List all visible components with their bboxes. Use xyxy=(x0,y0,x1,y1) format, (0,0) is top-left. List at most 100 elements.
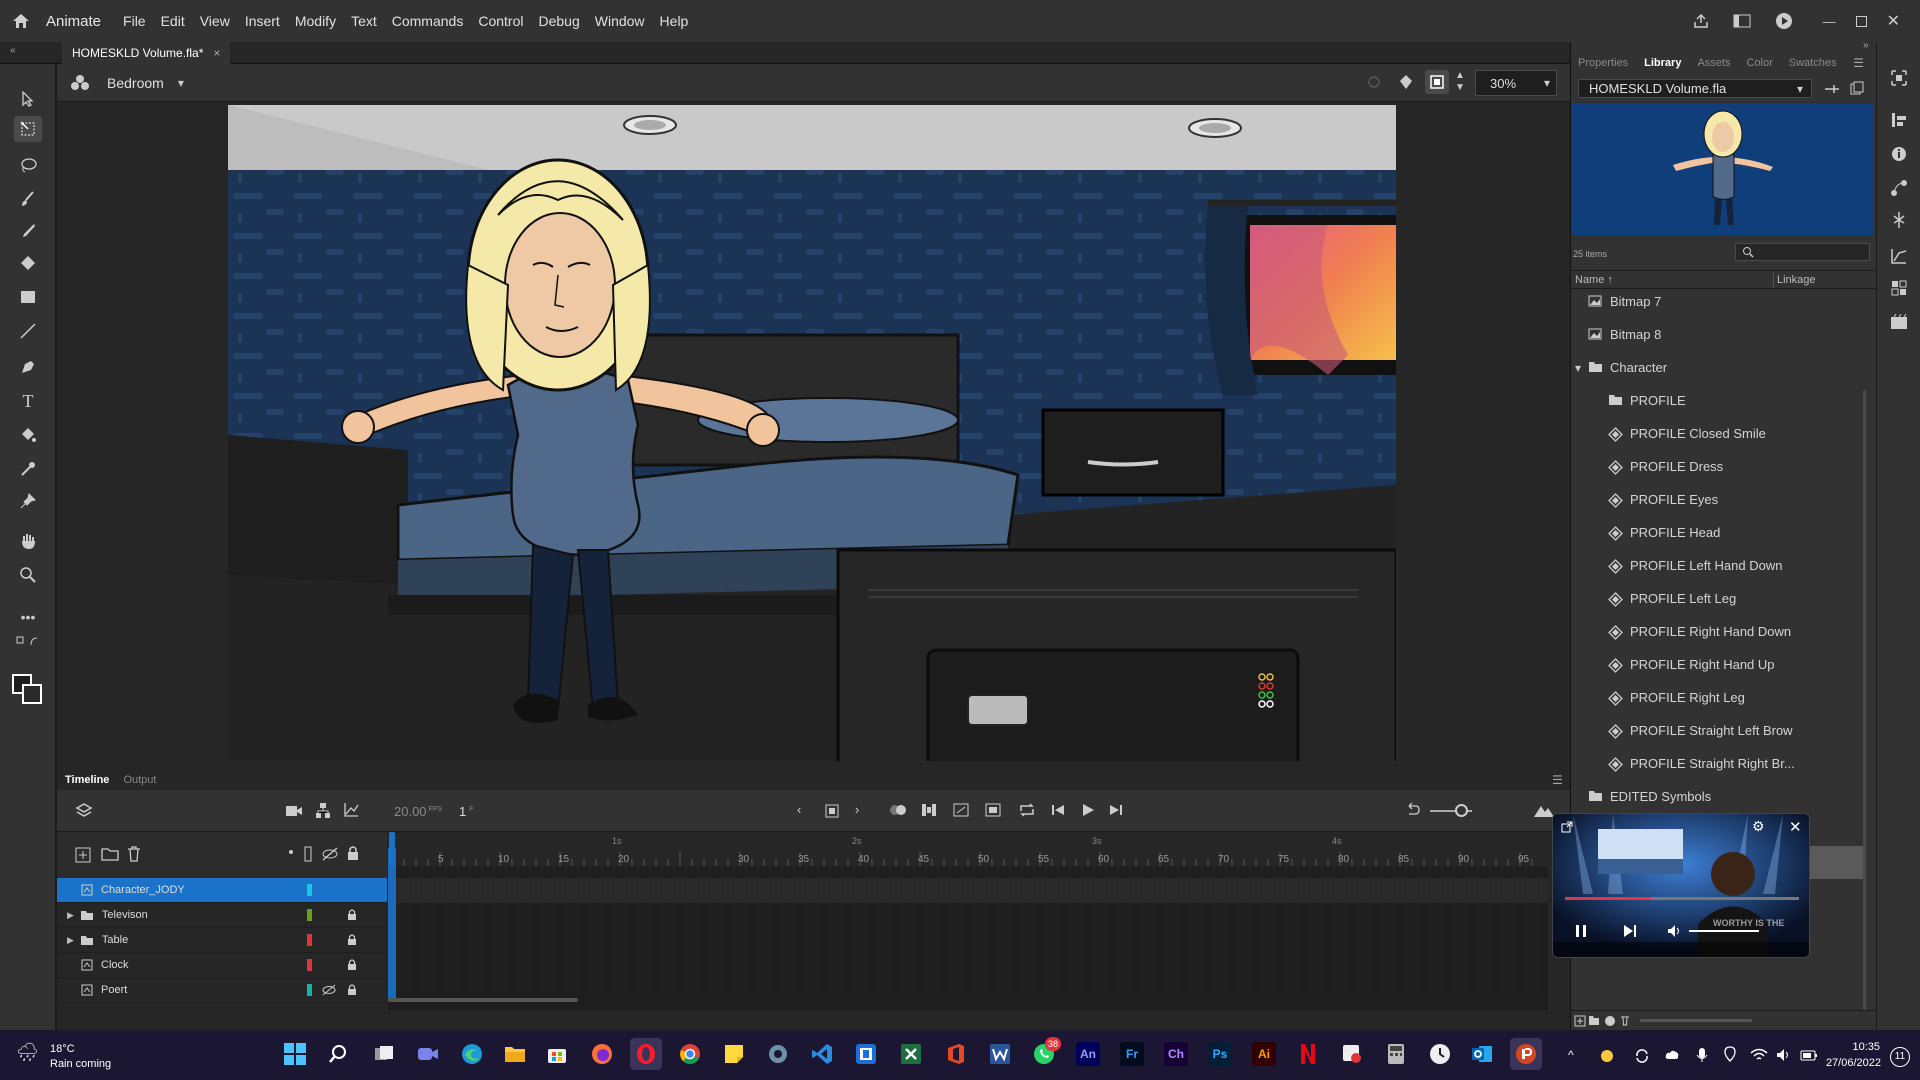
create-tween-icon[interactable] xyxy=(953,803,969,817)
clock-date[interactable]: 27/06/2022 xyxy=(1819,1057,1881,1069)
outlook-icon[interactable] xyxy=(1466,1038,1498,1070)
lock-icon[interactable] xyxy=(347,958,357,971)
library-item[interactable]: PROFILE xyxy=(1572,384,1864,417)
vscode-icon[interactable] xyxy=(806,1038,838,1070)
stage-canvas[interactable] xyxy=(228,105,1396,761)
line-tool-icon[interactable] xyxy=(14,318,42,344)
rotation-tool-icon[interactable] xyxy=(1397,73,1415,91)
play-icon[interactable] xyxy=(1081,802,1095,818)
fps-readout[interactable]: 20.00 FPS xyxy=(337,804,442,819)
taskbar-app-illustrator[interactable]: Ai xyxy=(1248,1038,1280,1070)
tray-cloud-icon[interactable] xyxy=(1664,1047,1680,1063)
expand-arrow-icon[interactable]: ▶ xyxy=(67,910,74,921)
hide-layers-icon[interactable] xyxy=(321,847,339,861)
tab-properties[interactable]: Properties xyxy=(1578,57,1628,69)
new-library-panel-icon[interactable] xyxy=(1850,81,1864,95)
taskbar-app-photoshop[interactable]: Ps xyxy=(1204,1038,1236,1070)
pip-next-icon[interactable] xyxy=(1623,924,1637,938)
new-folder-icon[interactable] xyxy=(1588,1015,1600,1026)
timeline-scrollbar[interactable] xyxy=(388,998,578,1002)
excel-icon[interactable] xyxy=(895,1038,927,1070)
edit-multiple-frames-icon[interactable] xyxy=(921,803,937,817)
panel-menu-icon[interactable]: ☰ xyxy=(1853,56,1864,70)
expand-panel-icon[interactable]: » xyxy=(1863,40,1869,51)
library-file-selector[interactable]: HOMESKLD Volume.fla ▾ xyxy=(1578,79,1812,98)
center-stage-icon[interactable] xyxy=(1367,75,1381,89)
home-icon[interactable] xyxy=(0,0,42,42)
notification-count[interactable]: 11 xyxy=(1890,1047,1910,1067)
undo-zoom-icon[interactable] xyxy=(1405,802,1421,818)
library-item[interactable]: PROFILE Dress xyxy=(1572,450,1864,483)
delete-icon[interactable] xyxy=(1620,1014,1630,1026)
zoom-field[interactable]: 30% ▾ xyxy=(1475,70,1557,96)
menu-debug[interactable]: Debug xyxy=(538,13,579,29)
location-icon[interactable] xyxy=(1724,1046,1736,1062)
library-item[interactable]: PROFILE Left Hand Down xyxy=(1572,549,1864,582)
pip-volume-icon[interactable] xyxy=(1667,924,1683,938)
pip-expand-icon[interactable] xyxy=(1561,821,1573,833)
layers-icon[interactable] xyxy=(75,802,93,820)
snipping-tool-icon[interactable] xyxy=(1336,1038,1368,1070)
layer-row[interactable]: Character_JODY xyxy=(57,878,387,903)
library-item[interactable]: Bitmap 7 xyxy=(1572,290,1864,318)
layer-color-swatch[interactable] xyxy=(307,884,312,896)
layer-color-swatch[interactable] xyxy=(307,934,312,946)
new-layer-icon[interactable] xyxy=(75,847,91,863)
lock-icon[interactable] xyxy=(347,933,357,946)
align-icon[interactable] xyxy=(1887,66,1911,90)
netflix-icon[interactable] xyxy=(1292,1038,1324,1070)
camera-icon[interactable] xyxy=(285,804,303,818)
library-item[interactable]: Bitmap 8 xyxy=(1572,318,1864,351)
onion-skin-icon[interactable] xyxy=(889,803,907,817)
layer-row[interactable]: ▶ Table xyxy=(57,928,387,953)
test-movie-icon[interactable] xyxy=(1775,12,1793,30)
swap-colors-icon[interactable] xyxy=(14,629,42,655)
menu-window[interactable]: Window xyxy=(595,13,645,29)
taskbar-app-fresco[interactable]: Fr xyxy=(1116,1038,1148,1070)
start-icon[interactable] xyxy=(279,1038,311,1070)
pip-volume-slider[interactable] xyxy=(1689,930,1759,932)
lasso-tool-icon[interactable] xyxy=(14,152,42,178)
panel-menu-icon[interactable]: ☰ xyxy=(1552,773,1563,787)
menu-insert[interactable]: Insert xyxy=(245,13,280,29)
menu-help[interactable]: Help xyxy=(660,13,689,29)
teams-chat-icon[interactable] xyxy=(412,1038,444,1070)
new-folder-icon[interactable] xyxy=(101,847,119,861)
new-symbol-icon[interactable] xyxy=(1574,1015,1586,1027)
document-tab-close[interactable]: × xyxy=(213,46,220,60)
motion-editor-icon[interactable] xyxy=(1887,244,1911,268)
file-explorer-icon[interactable] xyxy=(499,1038,531,1070)
scene-selector[interactable]: Bedroom ▾ xyxy=(107,72,184,94)
pip-close-icon[interactable]: ✕ xyxy=(1789,818,1802,836)
tray-overflow-icon[interactable]: ^ xyxy=(1568,1048,1574,1062)
prev-keyframe-icon[interactable]: ‹ xyxy=(797,802,801,817)
timeline-zoom-handle[interactable] xyxy=(1455,804,1468,817)
taskbar-app-animate[interactable]: An xyxy=(1072,1038,1104,1070)
step-back-icon[interactable] xyxy=(1051,803,1065,817)
zoom-tool-icon[interactable] xyxy=(14,562,42,588)
transform-icon[interactable] xyxy=(1887,108,1911,132)
asset-warp-icon[interactable] xyxy=(1887,208,1911,232)
clock-app-icon[interactable] xyxy=(1424,1038,1456,1070)
frames-area[interactable]: 5 10 15 20 30 35 40 45 50 55 60 65 70 75 80 85 90 95 1s 2s 3… xyxy=(388,832,1548,1010)
library-item[interactable]: PROFILE Right Hand Up xyxy=(1572,648,1864,681)
library-item[interactable]: PROFILE Right Leg xyxy=(1572,681,1864,714)
text-tool-icon[interactable]: T xyxy=(14,388,42,414)
tab-color[interactable]: Color xyxy=(1746,57,1772,69)
powerpoint-icon[interactable] xyxy=(1510,1038,1542,1070)
menu-commands[interactable]: Commands xyxy=(392,13,464,29)
menu-control[interactable]: Control xyxy=(478,13,523,29)
step-forward-icon[interactable] xyxy=(1109,803,1123,817)
eyedropper-tool-icon[interactable] xyxy=(14,456,42,482)
collapse-icon[interactable]: « xyxy=(10,45,16,56)
pin-tool-icon[interactable] xyxy=(14,488,42,514)
document-tab[interactable]: HOMESKLD Volume.fla* × xyxy=(62,42,231,64)
store-icon[interactable] xyxy=(541,1038,573,1070)
library-hscrollbar[interactable] xyxy=(1640,1019,1752,1022)
eraser-tool-icon[interactable] xyxy=(14,250,42,276)
clip-content-icon[interactable] xyxy=(1425,70,1449,94)
library-item[interactable]: ▾ Character xyxy=(1572,351,1864,384)
taskbar-app-character-animator[interactable]: Ch xyxy=(1160,1038,1192,1070)
menu-modify[interactable]: Modify xyxy=(295,13,336,29)
tray-app-icon[interactable] xyxy=(1600,1049,1616,1063)
